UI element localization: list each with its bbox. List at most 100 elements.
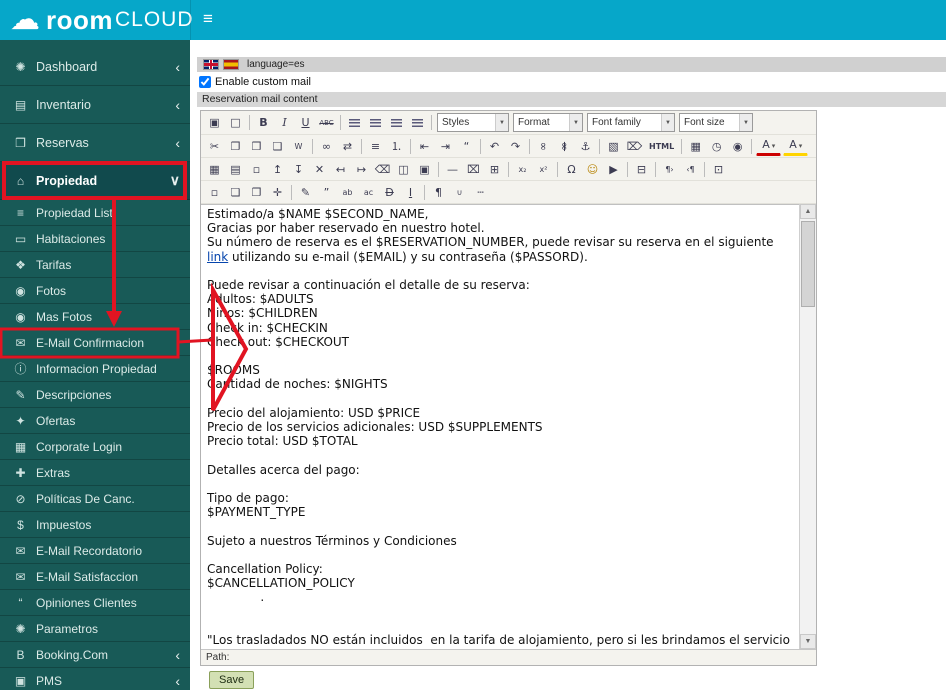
insert-media-button[interactable]: ▶ (604, 160, 623, 179)
remove-formatting-button[interactable]: ⌧ (464, 160, 483, 179)
sidebar-item-informacion-propiedad[interactable]: ⓘ Informacion Propiedad (0, 356, 190, 382)
delete-row-button[interactable]: ✕ (310, 160, 329, 179)
sidebar-item-habitaciones[interactable]: ▭ Habitaciones (0, 226, 190, 252)
preview-button[interactable]: ◉ (728, 137, 747, 156)
paste-from-word-button[interactable]: W (289, 137, 308, 156)
table-cell-properties-button[interactable]: ▫ (247, 160, 266, 179)
sidebar-item-mas-fotos[interactable]: ◉ Mas Fotos (0, 304, 190, 330)
subscript-button[interactable]: x₂ (513, 160, 532, 179)
table-row-properties-button[interactable]: ▤ (226, 160, 245, 179)
unlink-button[interactable]: ∞ (555, 137, 574, 156)
bring-forward-button[interactable]: ❏ (226, 183, 245, 202)
sidebar-item-e-mail-confirmacion[interactable]: ✉ E-Mail Confirmacion (0, 330, 190, 356)
merge-cells-button[interactable]: ▣ (415, 160, 434, 179)
delete-column-button[interactable]: ⌫ (373, 160, 392, 179)
ordered-list-button[interactable]: ⒈ (387, 137, 406, 156)
uk-flag-icon[interactable] (203, 59, 219, 70)
insert-column-after-button[interactable]: ↦ (352, 160, 371, 179)
sidebar-item-extras[interactable]: ✚ Extras (0, 460, 190, 486)
sidebar-item-propiedad-list[interactable]: ≡ Propiedad List (0, 200, 190, 226)
sidebar-item-pms[interactable]: ▣ PMS ‹ (0, 668, 190, 690)
text-color-button[interactable]: A (756, 137, 782, 156)
styles-dropdown[interactable]: Styles ▼ (437, 113, 509, 132)
superscript-button[interactable]: x² (534, 160, 553, 179)
sidebar-item-propiedad[interactable]: ⌂ Propiedad ∨ (0, 162, 190, 200)
emotions-button[interactable]: ☺ (583, 160, 602, 179)
nonbreaking-space-button[interactable]: ∪ (450, 183, 469, 202)
strikethrough-button[interactable]: ABC (317, 113, 336, 132)
sidebar-item-corporate-login[interactable]: ▦ Corporate Login (0, 434, 190, 460)
redo-button[interactable]: ↷ (506, 137, 525, 156)
unordered-list-button[interactable]: ≡ (366, 137, 385, 156)
page-break-button[interactable]: ┄ (471, 183, 490, 202)
split-cells-button[interactable]: ◫ (394, 160, 413, 179)
paste-as-text-button[interactable]: ❑ (268, 137, 287, 156)
insert-date-button[interactable]: ▦ (686, 137, 705, 156)
cleanup-code-button[interactable]: ⌦ (625, 137, 644, 156)
sidebar-item-tarifas[interactable]: ❖ Tarifas (0, 252, 190, 278)
anchor-button[interactable]: ⚓ (576, 137, 595, 156)
font-family-dropdown[interactable]: Font family ▼ (587, 113, 675, 132)
visual-characters-button[interactable]: ¶ (429, 183, 448, 202)
print-button[interactable]: ⊟ (632, 160, 651, 179)
citation-button[interactable]: ” (317, 183, 336, 202)
sidebar-item-ofertas[interactable]: ✦ Ofertas (0, 408, 190, 434)
edit-css-style-button[interactable]: ✎ (296, 183, 315, 202)
save-button[interactable]: ▣ (205, 113, 224, 132)
sidebar-item-impuestos[interactable]: $ Impuestos (0, 512, 190, 538)
insertion-button[interactable]: I (401, 183, 420, 202)
sidebar-item-parametros[interactable]: ✺ Parametros (0, 616, 190, 642)
insert-row-before-button[interactable]: ↥ (268, 160, 287, 179)
sidebar-item-fotos[interactable]: ◉ Fotos (0, 278, 190, 304)
format-dropdown[interactable]: Format ▼ (513, 113, 583, 132)
paste-button[interactable]: ❒ (247, 137, 266, 156)
roomcloud-logo[interactable]: ☁ room CLOUD (10, 3, 194, 37)
abbreviation-button[interactable]: ab (338, 183, 357, 202)
fullscreen-button[interactable]: ⊡ (709, 160, 728, 179)
font-size-dropdown[interactable]: Font size ▼ (679, 113, 753, 132)
find-button[interactable]: ∞ (317, 137, 336, 156)
deletion-button[interactable]: D (380, 183, 399, 202)
sidebar-item-descripciones[interactable]: ✎ Descripciones (0, 382, 190, 408)
sidebar-item-reservas[interactable]: ❒ Reservas ‹ (0, 124, 190, 162)
scroll-up-arrow-icon[interactable]: ▲ (800, 204, 816, 219)
align-left-button[interactable] (345, 113, 364, 132)
sidebar-item-e-mail-satisfaccion[interactable]: ✉ E-Mail Satisfaccion (0, 564, 190, 590)
scrollbar-thumb[interactable] (801, 221, 815, 307)
copy-button[interactable]: ❐ (226, 137, 245, 156)
toggle-guidelines-button[interactable]: ⊞ (485, 160, 504, 179)
find-replace-button[interactable]: ⇄ (338, 137, 357, 156)
enable-custom-mail-checkbox[interactable] (199, 76, 211, 88)
insert-column-before-button[interactable]: ↤ (331, 160, 350, 179)
ltr-button[interactable]: ¶› (660, 160, 679, 179)
insert-table-button[interactable]: ▦ (205, 160, 224, 179)
insert-layer-button[interactable]: ▫ (205, 183, 224, 202)
absolute-position-button[interactable]: ✛ (268, 183, 287, 202)
horizontal-rule-button[interactable]: — (443, 160, 462, 179)
acronym-button[interactable]: ac (359, 183, 378, 202)
editor-body[interactable]: Estimado/a $NAME $SECOND_NAME, Gracias po… (201, 204, 799, 649)
background-color-button[interactable]: A (783, 137, 809, 156)
insert-time-button[interactable]: ◷ (707, 137, 726, 156)
sidebar-item-dashboard[interactable]: ✺ Dashboard ‹ (0, 48, 190, 86)
outdent-button[interactable]: ⇤ (415, 137, 434, 156)
spain-flag-icon[interactable] (223, 59, 239, 70)
align-right-button[interactable] (387, 113, 406, 132)
special-character-button[interactable]: Ω (562, 160, 581, 179)
bold-button[interactable]: B (254, 113, 273, 132)
align-center-button[interactable] (366, 113, 385, 132)
sidebar-item-opiniones-clientes[interactable]: “ Opiniones Clientes (0, 590, 190, 616)
new-document-button[interactable]: □ (226, 113, 245, 132)
sidebar-item-pol-ticas-de-canc[interactable]: ⊘ Políticas De Canc. (0, 486, 190, 512)
insert-link-button[interactable]: ∞ (534, 137, 553, 156)
align-justify-button[interactable] (408, 113, 427, 132)
sidebar-item-e-mail-recordatorio[interactable]: ✉ E-Mail Recordatorio (0, 538, 190, 564)
insert-image-button[interactable]: ▧ (604, 137, 623, 156)
blockquote-button[interactable]: “ (457, 137, 476, 156)
sidebar-item-booking-com[interactable]: B Booking.Com ‹ (0, 642, 190, 668)
underline-button[interactable]: U (296, 113, 315, 132)
send-backward-button[interactable]: ❐ (247, 183, 266, 202)
scroll-down-arrow-icon[interactable]: ▼ (800, 634, 816, 649)
indent-button[interactable]: ⇥ (436, 137, 455, 156)
editor-link[interactable]: link (207, 250, 228, 264)
